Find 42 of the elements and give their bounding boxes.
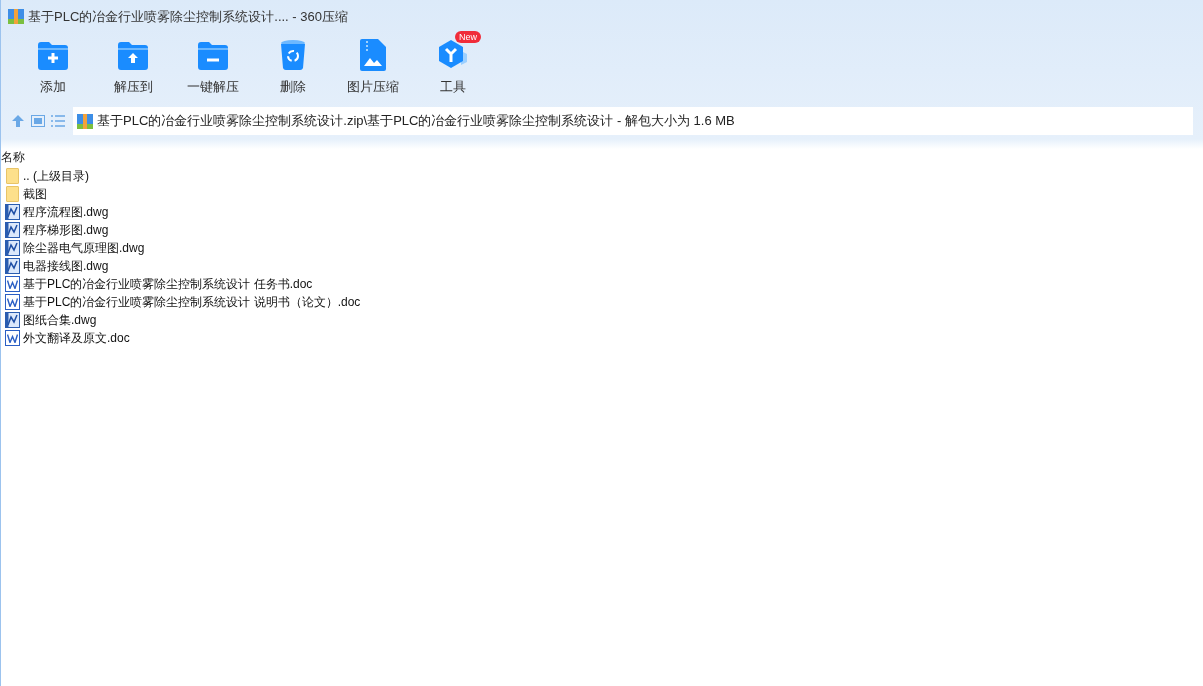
toolbar-button[interactable]: 图片压缩 — [333, 33, 413, 97]
up-arrow-icon[interactable] — [11, 114, 25, 128]
drawing-file-icon — [4, 222, 20, 238]
toolbar-button[interactable]: New 工具 — [413, 33, 493, 97]
file-row[interactable]: .. (上级目录) — [4, 167, 1203, 185]
new-badge: New — [455, 31, 481, 43]
file-row[interactable]: 程序流程图.dwg — [4, 203, 1203, 221]
word-document-icon — [4, 294, 20, 310]
address-path: 基于PLC的冶金行业喷雾除尘控制系统设计.zip\基于PLC的冶金行业喷雾除尘控制系统设计 - 解包大小为 1.6 MB — [97, 112, 735, 131]
toolbar-button[interactable]: 一键解压 — [173, 33, 253, 97]
drawing-file-icon — [4, 312, 20, 328]
word-document-icon — [4, 276, 20, 292]
trash-bin-icon — [280, 39, 306, 71]
file-row[interactable]: 电器接线图.dwg — [4, 257, 1203, 275]
folder-up-arrow-icon — [117, 41, 149, 71]
drawing-file-icon — [4, 204, 20, 220]
folder-plus-icon — [37, 41, 69, 71]
word-document-icon — [4, 330, 20, 346]
folder-icon — [5, 168, 19, 184]
drawing-file-icon — [4, 258, 20, 274]
image-file-icon — [360, 39, 386, 71]
file-row[interactable]: 除尘器电气原理图.dwg — [4, 239, 1203, 257]
toolbar-button[interactable]: 解压到 — [93, 33, 173, 97]
folder-icon — [5, 186, 19, 202]
file-row[interactable]: 基于PLC的冶金行业喷雾除尘控制系统设计 任务书.doc — [4, 275, 1203, 293]
list-view-icon[interactable] — [51, 115, 65, 127]
file-row[interactable]: 程序梯形图.dwg — [4, 221, 1203, 239]
toolbar-button[interactable]: 删除 — [253, 33, 333, 97]
file-row[interactable]: 外文翻译及原文.doc — [4, 329, 1203, 347]
archive-icon — [77, 113, 93, 129]
folder-minus-icon — [197, 41, 229, 71]
file-row[interactable]: 图纸合集.dwg — [4, 311, 1203, 329]
window-title: 基于PLC的冶金行业喷雾除尘控制系统设计.... - 360压缩 — [28, 7, 348, 26]
toolbar-button[interactable]: 添加 — [13, 33, 93, 97]
column-header[interactable]: 名称 — [1, 149, 25, 165]
file-row[interactable]: 基于PLC的冶金行业喷雾除尘控制系统设计 说明书（论文）.doc — [4, 293, 1203, 311]
address-bar[interactable]: 基于PLC的冶金行业喷雾除尘控制系统设计.zip\基于PLC的冶金行业喷雾除尘控制系统设计 - 解包大小为 1.6 MB — [73, 107, 1193, 135]
file-row[interactable]: 截图 — [4, 185, 1203, 203]
hexagon-icon — [437, 39, 469, 71]
archive-icon — [8, 9, 24, 24]
drawing-file-icon — [4, 240, 20, 256]
thumbnail-view-icon[interactable] — [31, 115, 45, 127]
